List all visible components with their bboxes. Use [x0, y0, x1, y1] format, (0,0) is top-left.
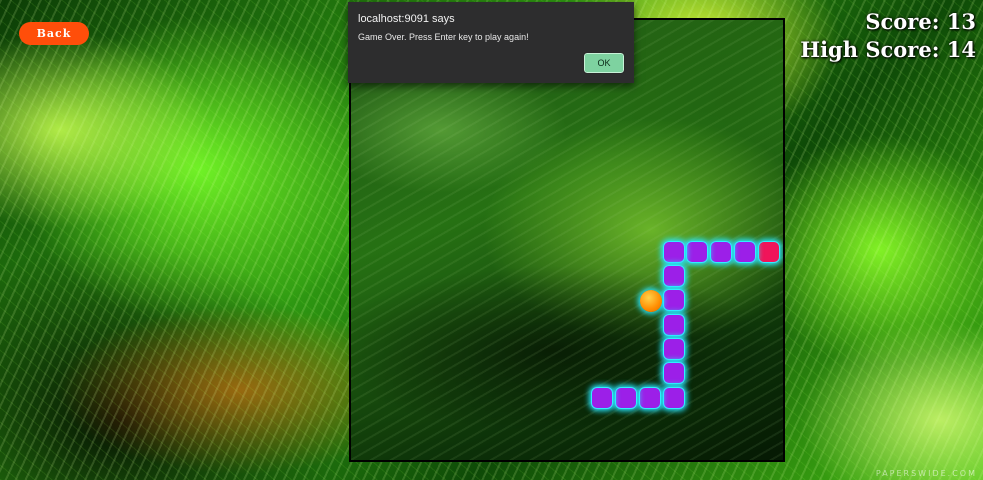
snake-segment: [639, 387, 661, 409]
snake-segment: [663, 289, 685, 311]
food-orb: [640, 290, 662, 312]
snake-segment: [663, 338, 685, 360]
ok-button[interactable]: OK: [583, 52, 625, 74]
wallpaper-watermark: PAPERSWIDE.COM: [875, 469, 977, 478]
snake-segment: [591, 387, 613, 409]
snake-head: [758, 241, 780, 263]
snake-segment: [734, 241, 756, 263]
snake-segment: [663, 362, 685, 384]
snake-segment: [710, 241, 732, 263]
alert-origin: localhost:9091 says: [358, 13, 455, 25]
alert-dialog: localhost:9091 says Game Over. Press Ent…: [348, 2, 634, 83]
game-board[interactable]: [349, 18, 785, 462]
score-label: Score: 13: [865, 9, 976, 34]
snake-segment: [686, 241, 708, 263]
snake-segment: [663, 314, 685, 336]
snake-segment: [615, 387, 637, 409]
scoreboard: Score: 13 High Score: 14: [800, 8, 976, 64]
high-score-label: High Score: 14: [800, 37, 976, 62]
alert-message: Game Over. Press Enter key to play again…: [358, 32, 529, 42]
snake-segment: [663, 265, 685, 287]
snake-segment: [663, 241, 685, 263]
snake-segment: [663, 387, 685, 409]
back-button[interactable]: Back: [19, 22, 89, 45]
